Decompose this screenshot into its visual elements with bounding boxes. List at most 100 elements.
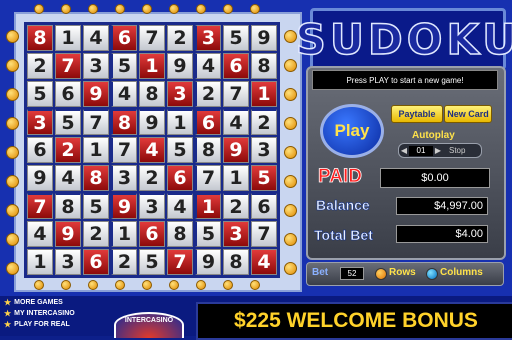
sudoku-cell[interactable]: 4 <box>27 221 53 247</box>
my-intercasino-label[interactable]: MY INTERCASINO <box>14 310 75 317</box>
sudoku-cell[interactable]: 5 <box>167 137 193 163</box>
sudoku-cell[interactable]: 5 <box>223 25 249 51</box>
sudoku-cell[interactable]: 9 <box>195 249 221 275</box>
sudoku-cell[interactable]: 6 <box>223 53 249 79</box>
more-games-link[interactable]: ★ MORE GAMES <box>4 298 75 307</box>
sudoku-cell[interactable]: 1 <box>251 81 277 107</box>
sudoku-cell[interactable]: 3 <box>55 249 81 275</box>
sudoku-cell[interactable]: 6 <box>83 249 109 275</box>
sudoku-cell[interactable]: 3 <box>111 165 137 191</box>
sudoku-cell[interactable]: 7 <box>55 53 81 79</box>
autoplay-decrease-icon[interactable]: ◀ <box>399 146 409 155</box>
sudoku-cell[interactable]: 9 <box>139 109 165 135</box>
sudoku-cell[interactable]: 6 <box>139 221 165 247</box>
welcome-bonus-banner[interactable]: $225 WELCOME BONUS <box>196 302 512 340</box>
play-for-real-link[interactable]: ★ PLAY FOR REAL <box>4 320 75 329</box>
sudoku-cell[interactable]: 5 <box>27 81 53 107</box>
sudoku-cell[interactable]: 9 <box>251 25 277 51</box>
sudoku-cell[interactable]: 8 <box>27 25 53 51</box>
sudoku-cell[interactable]: 7 <box>167 249 193 275</box>
sudoku-cell[interactable]: 6 <box>251 193 277 219</box>
sudoku-cell[interactable]: 2 <box>223 193 249 219</box>
sudoku-cell[interactable]: 3 <box>83 53 109 79</box>
sudoku-cell[interactable]: 6 <box>167 165 193 191</box>
sudoku-cell[interactable]: 8 <box>251 53 277 79</box>
sudoku-cell[interactable]: 8 <box>55 193 81 219</box>
play-button[interactable]: Play <box>320 104 384 158</box>
sudoku-cell[interactable]: 2 <box>251 109 277 135</box>
sudoku-cell[interactable]: 3 <box>195 25 221 51</box>
sudoku-cell[interactable]: 8 <box>167 221 193 247</box>
sudoku-cell[interactable]: 9 <box>111 193 137 219</box>
sudoku-cell[interactable]: 2 <box>83 221 109 247</box>
sudoku-cell[interactable]: 7 <box>83 109 109 135</box>
sudoku-cell[interactable]: 1 <box>195 193 221 219</box>
sudoku-cell[interactable]: 3 <box>139 193 165 219</box>
sudoku-cell[interactable]: 2 <box>167 25 193 51</box>
sudoku-cell[interactable]: 1 <box>139 53 165 79</box>
sudoku-cell[interactable]: 4 <box>195 53 221 79</box>
autoplay-increase-icon[interactable]: ▶ <box>433 146 443 155</box>
sudoku-cell[interactable]: 8 <box>139 81 165 107</box>
sudoku-cell[interactable]: 1 <box>223 165 249 191</box>
sudoku-cell[interactable]: 9 <box>223 137 249 163</box>
sudoku-cell[interactable]: 5 <box>83 193 109 219</box>
sudoku-cell[interactable]: 3 <box>251 137 277 163</box>
sudoku-cell[interactable]: 8 <box>223 249 249 275</box>
right-dot-column <box>284 30 297 275</box>
sudoku-cell[interactable]: 2 <box>27 53 53 79</box>
sudoku-cell[interactable]: 9 <box>27 165 53 191</box>
columns-option-label[interactable]: Columns <box>440 267 483 278</box>
sudoku-cell[interactable]: 7 <box>251 221 277 247</box>
sudoku-cell[interactable]: 6 <box>55 81 81 107</box>
sudoku-cell[interactable]: 4 <box>55 165 81 191</box>
sudoku-cell[interactable]: 8 <box>195 137 221 163</box>
new-card-button[interactable]: New Card <box>444 105 492 123</box>
sudoku-cell[interactable]: 2 <box>139 165 165 191</box>
columns-option-icon[interactable] <box>426 268 438 280</box>
sudoku-cell[interactable]: 4 <box>139 137 165 163</box>
sudoku-cell[interactable]: 5 <box>251 165 277 191</box>
sudoku-cell[interactable]: 3 <box>167 81 193 107</box>
sudoku-cell[interactable]: 1 <box>111 221 137 247</box>
play-for-real-label[interactable]: PLAY FOR REAL <box>14 321 70 328</box>
sudoku-cell[interactable]: 5 <box>139 249 165 275</box>
sudoku-cell[interactable]: 5 <box>55 109 81 135</box>
rows-option-label[interactable]: Rows <box>389 267 416 278</box>
sudoku-cell[interactable]: 4 <box>223 109 249 135</box>
sudoku-cell[interactable]: 7 <box>195 165 221 191</box>
sudoku-cell[interactable]: 1 <box>27 249 53 275</box>
sudoku-cell[interactable]: 2 <box>111 249 137 275</box>
sudoku-cell[interactable]: 2 <box>55 137 81 163</box>
sudoku-cell[interactable]: 4 <box>111 81 137 107</box>
sudoku-cell[interactable]: 4 <box>83 25 109 51</box>
more-games-label[interactable]: MORE GAMES <box>14 299 63 306</box>
sudoku-cell[interactable]: 4 <box>251 249 277 275</box>
sudoku-cell[interactable]: 1 <box>83 137 109 163</box>
sudoku-cell[interactable]: 3 <box>27 109 53 135</box>
sudoku-cell[interactable]: 1 <box>167 109 193 135</box>
sudoku-cell[interactable]: 4 <box>167 193 193 219</box>
my-intercasino-link[interactable]: ★ MY INTERCASINO <box>4 309 75 318</box>
sudoku-cell[interactable]: 7 <box>139 25 165 51</box>
rows-option-icon[interactable] <box>375 268 387 280</box>
sudoku-cell[interactable]: 9 <box>55 221 81 247</box>
sudoku-cell[interactable]: 7 <box>223 81 249 107</box>
sudoku-cell[interactable]: 6 <box>111 25 137 51</box>
sudoku-cell[interactable]: 7 <box>27 193 53 219</box>
sudoku-cell[interactable]: 6 <box>195 109 221 135</box>
sudoku-cell[interactable]: 2 <box>195 81 221 107</box>
sudoku-cell[interactable]: 5 <box>195 221 221 247</box>
sudoku-cell[interactable]: 3 <box>223 221 249 247</box>
sudoku-cell[interactable]: 9 <box>83 81 109 107</box>
sudoku-cell[interactable]: 8 <box>111 109 137 135</box>
sudoku-cell[interactable]: 6 <box>27 137 53 163</box>
sudoku-cell[interactable]: 5 <box>111 53 137 79</box>
sudoku-cell[interactable]: 8 <box>83 165 109 191</box>
bet-value[interactable]: 52 <box>340 267 364 280</box>
sudoku-cell[interactable]: 7 <box>111 137 137 163</box>
autoplay-stop-button[interactable]: Stop <box>449 146 465 155</box>
paytable-button[interactable]: Paytable <box>391 105 443 123</box>
sudoku-cell[interactable]: 9 <box>167 53 193 79</box>
sudoku-cell[interactable]: 1 <box>55 25 81 51</box>
